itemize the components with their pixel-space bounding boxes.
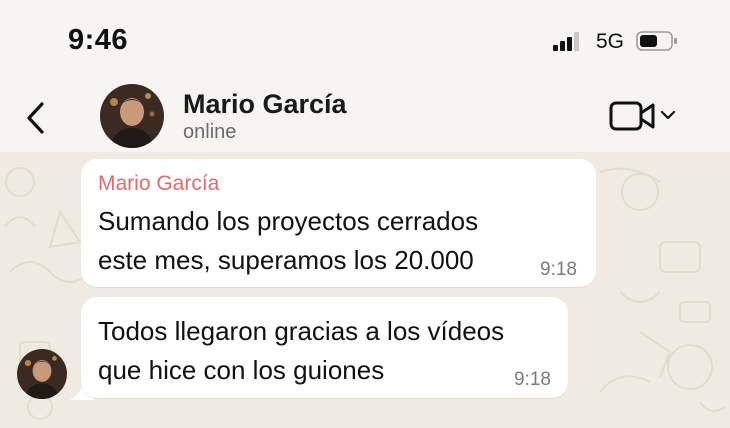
- status-bar: 9:46 5G: [0, 0, 730, 80]
- contact-status: online: [183, 121, 237, 143]
- message-line: Sumando los proyectos cerrados: [98, 206, 479, 236]
- message-line: este mes, superamos los 20.000: [98, 245, 474, 275]
- message-line: que hice con los guiones: [98, 355, 385, 385]
- chevron-down-icon[interactable]: [660, 108, 676, 122]
- message-sender-name: Mario García: [98, 172, 220, 195]
- sender-avatar[interactable]: [17, 349, 67, 399]
- message-timestamp: 9:18: [540, 259, 577, 280]
- contact-name[interactable]: Mario García: [183, 89, 347, 120]
- status-time: 9:46: [68, 24, 129, 56]
- network-label: 5G: [596, 30, 625, 53]
- signal-icon: [553, 32, 579, 51]
- message-line: Todos llegaron gracias a los vídeos: [98, 316, 505, 346]
- video-call-icon[interactable]: [608, 98, 658, 134]
- contact-avatar[interactable]: [100, 84, 164, 148]
- message-text: Todos llegaron gracias a los vídeos que …: [98, 312, 558, 390]
- message-timestamp: 9:18: [514, 369, 551, 390]
- battery-icon: [636, 31, 677, 51]
- back-arrow-icon[interactable]: [20, 98, 52, 138]
- message-text: Sumando los proyectos cerrados este mes,…: [98, 202, 538, 280]
